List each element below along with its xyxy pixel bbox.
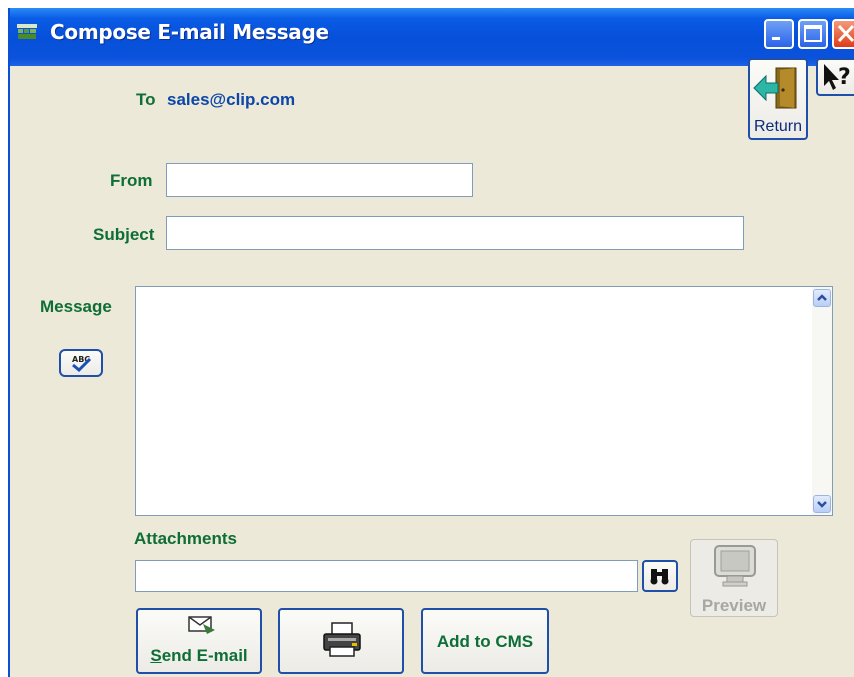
to-address: sales@clip.com xyxy=(167,90,296,109)
browse-attachment-button[interactable] xyxy=(642,560,678,592)
minimize-button[interactable] xyxy=(764,19,794,49)
print-button[interactable] xyxy=(278,608,404,674)
spellcheck-button[interactable]: ABC xyxy=(59,349,103,377)
send-label-rest: end E-mail xyxy=(161,646,248,665)
add-to-cms-button[interactable]: Add to CMS xyxy=(421,608,549,674)
chevron-up-icon xyxy=(817,294,827,301)
exit-door-icon xyxy=(753,67,797,109)
svg-text:?: ? xyxy=(838,65,851,90)
attachments-label: Attachments xyxy=(134,529,237,548)
window-title: Compose E-mail Message xyxy=(50,20,329,44)
title-bar[interactable]: Compose E-mail Message xyxy=(10,8,854,66)
app-icon xyxy=(17,24,37,39)
spellcheck-icon: ABC xyxy=(72,355,92,373)
printer-icon xyxy=(323,622,361,657)
context-help-icon: ? xyxy=(824,64,851,90)
message-label: Message xyxy=(40,297,112,316)
scroll-down-button[interactable] xyxy=(813,495,831,513)
message-box xyxy=(135,286,833,516)
send-email-button[interactable]: Send E-mail xyxy=(136,608,262,674)
from-label: From xyxy=(110,171,153,190)
send-mnemonic: S xyxy=(150,646,162,665)
add-to-cms-label: Add to CMS xyxy=(436,632,534,651)
message-textarea[interactable] xyxy=(136,287,802,515)
binoculars-icon xyxy=(650,569,669,585)
preview-label: Preview xyxy=(701,596,767,615)
preview-button[interactable]: Preview xyxy=(690,539,778,617)
close-icon xyxy=(837,24,854,43)
maximize-icon xyxy=(804,25,822,42)
send-email-label: Send E-mail xyxy=(138,646,260,666)
maximize-button[interactable] xyxy=(798,19,828,49)
minimize-icon xyxy=(772,37,780,40)
subject-input[interactable] xyxy=(166,216,744,250)
context-help-button[interactable]: ? xyxy=(816,58,854,96)
close-button[interactable] xyxy=(832,19,854,49)
message-scrollbar[interactable] xyxy=(812,287,832,515)
to-label: To xyxy=(136,90,156,109)
send-email-icon xyxy=(188,616,215,634)
from-input[interactable] xyxy=(166,163,473,197)
return-button[interactable]: Return xyxy=(748,58,808,140)
return-label: Return xyxy=(753,118,803,135)
subject-label: Subject xyxy=(93,225,155,244)
scroll-up-button[interactable] xyxy=(813,289,831,307)
attachments-input[interactable] xyxy=(135,560,638,592)
monitor-icon xyxy=(714,545,756,587)
chevron-down-icon xyxy=(817,501,827,508)
compose-email-window: Compose E-mail Message To sales@clip.com… xyxy=(8,8,854,677)
